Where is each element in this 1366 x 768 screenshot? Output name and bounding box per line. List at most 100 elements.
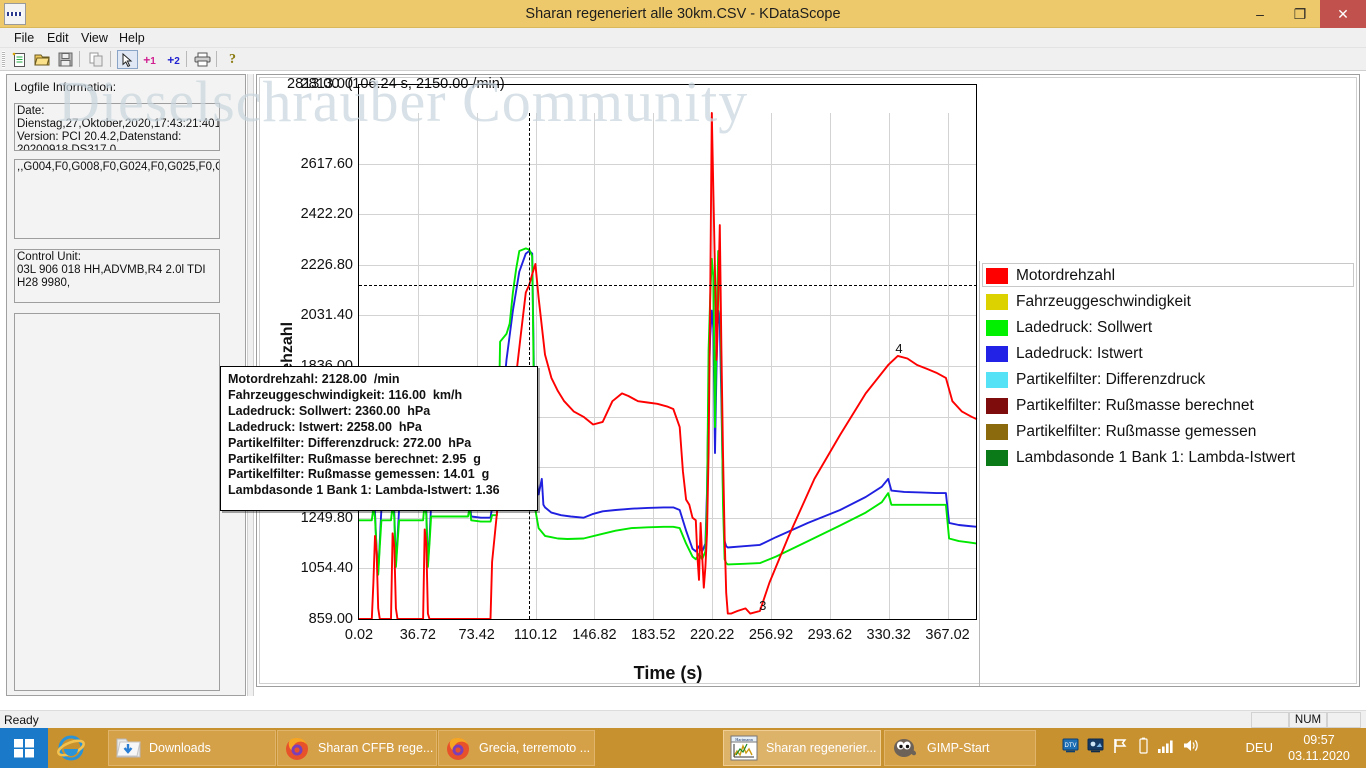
help-icon[interactable]: ? xyxy=(222,50,243,69)
toolbar-separator xyxy=(216,51,217,67)
start-button[interactable] xyxy=(0,728,48,768)
logfile-information-title: Logfile Information: xyxy=(14,80,117,94)
kdatascope-icon: Hartmann xyxy=(730,735,758,761)
tooltip-row-8: Lambdasonde 1 Bank 1: Lambda-Istwert: 1.… xyxy=(228,483,500,498)
legend-item-3[interactable]: Ladedruck: Sollwert xyxy=(986,315,1152,341)
print-icon[interactable] xyxy=(192,50,213,69)
y-axis-tick: 859.00 xyxy=(308,611,353,627)
folder-icon xyxy=(116,738,141,758)
status-text: Ready xyxy=(4,713,39,727)
title-bar[interactable]: Sharan regeneriert alle 30km.CSV - KData… xyxy=(0,0,1366,28)
tray-clock[interactable]: 09:57 03.11.2020 xyxy=(1280,732,1358,764)
pointer-icon[interactable] xyxy=(117,50,138,69)
legend-color-swatch xyxy=(986,372,1008,388)
save-icon[interactable] xyxy=(55,50,76,69)
maximize-button[interactable]: ❐ xyxy=(1280,0,1320,28)
toolbar-separator xyxy=(79,51,80,67)
firefox-icon xyxy=(447,738,469,760)
tray-tv-icon[interactable]: DTV xyxy=(1062,738,1079,758)
legend-item-8[interactable]: Lambdasonde 1 Bank 1: Lambda-Istwert xyxy=(986,445,1295,471)
legend-color-swatch xyxy=(986,294,1008,310)
x-axis-tick: 367.02 xyxy=(925,627,970,643)
legend-item-2[interactable]: Fahrzeuggeschwindigkeit xyxy=(986,289,1191,315)
y-axis-tick: 2422.20 xyxy=(300,206,353,223)
data-point-label: 3 xyxy=(759,597,767,613)
tooltip-row-4: Ladedruck: Istwert: 2258.00 hPa xyxy=(228,419,422,434)
menu-item-file[interactable]: File xyxy=(7,28,41,48)
legend-item-4[interactable]: Ladedruck: Istwert xyxy=(986,341,1143,367)
cursor-horizontal-line[interactable] xyxy=(359,285,977,286)
control-unit-box: Control Unit: 03L 906 018 HH,ADVMB,R4 2.… xyxy=(14,249,220,303)
taskbar-task-5[interactable]: GIMP-Start xyxy=(884,730,1036,766)
data-tooltip: Motordrehzahl: 2128.00 /min Fahrzeuggesch… xyxy=(220,366,538,511)
legend-color-swatch xyxy=(986,320,1008,336)
firefox-icon xyxy=(286,738,308,760)
taskbar: Downloads Sharan CFFB rege... Grecia, te… xyxy=(0,728,1366,768)
cursor2-icon[interactable]: +2 xyxy=(163,50,184,69)
y-axis-tick: 1249.80 xyxy=(300,509,353,526)
axis-top-line xyxy=(358,84,977,85)
legend-item-1[interactable]: Motordrehzahl xyxy=(986,263,1115,289)
tooltip-row-3: Ladedruck: Sollwert: 2360.00 hPa xyxy=(228,403,431,418)
tooltip-row-5: Partikelfilter: Differenzdruck: 272.00 h… xyxy=(228,435,472,450)
toolbar-separator xyxy=(186,51,187,67)
tray-battery-icon[interactable] xyxy=(1138,737,1149,759)
tooltip-row-1: Motordrehzahl: 2128.00 /min xyxy=(228,372,400,386)
cursor1-icon[interactable]: +1 xyxy=(139,50,160,69)
tray-language[interactable]: DEU xyxy=(1246,740,1273,755)
menu-item-view[interactable]: View xyxy=(74,28,115,48)
menu-bar: File Edit View Help xyxy=(0,28,1366,48)
logfile-empty-box xyxy=(14,313,220,691)
close-button[interactable]: ✕ xyxy=(1320,0,1366,28)
gimp-icon xyxy=(894,739,917,757)
tray-date: 03.11.2020 xyxy=(1288,749,1350,763)
new-icon[interactable] xyxy=(9,50,30,69)
svg-text:DTV: DTV xyxy=(1065,743,1077,749)
logfile-channels-box: ,,G004,F0,G008,F0,G024,F0,G025,F0,G09 xyxy=(14,159,220,239)
toolbar-grip[interactable] xyxy=(2,51,5,68)
copy-icon[interactable] xyxy=(86,50,107,69)
legend-item-label: Lambdasonde 1 Bank 1: Lambda-Istwert xyxy=(1016,449,1296,466)
legend-item-label: Ladedruck: Sollwert xyxy=(1016,319,1153,336)
legend-item-6[interactable]: Partikelfilter: Rußmasse berechnet xyxy=(986,393,1254,419)
tray-time: 09:57 xyxy=(1303,733,1335,747)
taskbar-task-label: Sharan CFFB rege... xyxy=(318,741,434,755)
tray-monitor-icon[interactable] xyxy=(1087,738,1104,758)
y-axis-tick: 1054.40 xyxy=(300,560,353,577)
tray-signal-icon[interactable] xyxy=(1158,739,1174,758)
toolbar: +1 +2 ? xyxy=(0,48,1366,71)
legend-item-5[interactable]: Partikelfilter: Differenzdruck xyxy=(986,367,1205,393)
status-bar: Ready NUM xyxy=(0,710,1366,728)
tray-icons: DTV xyxy=(1062,728,1200,768)
taskbar-task-4[interactable]: Hartmann Sharan regenerier... xyxy=(723,730,881,766)
legend: Motordrehzahl Fahrzeuggeschwindigkeit Lade… xyxy=(979,261,1360,686)
data-point-label: 4 xyxy=(895,341,903,357)
tooltip-row-7: Partikelfilter: Rußmasse gemessen: 14.01… xyxy=(228,467,490,482)
menu-item-edit[interactable]: Edit xyxy=(40,28,76,48)
tooltip-row-6: Partikelfilter: Rußmasse berechnet: 2.95… xyxy=(228,451,481,466)
legend-item-7[interactable]: Partikelfilter: Rußmasse gemessen xyxy=(986,419,1256,445)
taskbar-task-label: GIMP-Start xyxy=(927,741,990,755)
status-cell-3 xyxy=(1327,712,1361,728)
legend-item-label: Ladedruck: Istwert xyxy=(1016,345,1143,362)
minimize-button[interactable]: – xyxy=(1240,0,1280,28)
taskbar-task-label: Grecia, terremoto ... xyxy=(479,741,591,755)
open-icon[interactable] xyxy=(32,50,53,69)
taskbar-task-1[interactable]: Downloads xyxy=(108,730,276,766)
taskbar-task-2[interactable]: Sharan CFFB rege... xyxy=(277,730,437,766)
legend-item-label: Partikelfilter: Rußmasse gemessen xyxy=(1016,423,1257,440)
toolbar-separator xyxy=(110,51,111,67)
tray-flag-icon[interactable] xyxy=(1112,738,1128,759)
taskbar-task-label: Sharan regenerier... xyxy=(766,741,877,755)
axis-right-line xyxy=(976,84,977,619)
taskbar-task-3[interactable]: Grecia, terremoto ... xyxy=(438,730,595,766)
tooltip-row-2: Fahrzeuggeschwindigkeit: 116.00 km/h xyxy=(228,387,463,402)
internet-explorer-icon[interactable] xyxy=(56,728,86,768)
status-cell-1 xyxy=(1251,712,1289,728)
tray-volume-icon[interactable] xyxy=(1183,738,1200,758)
legend-item-label: Fahrzeuggeschwindigkeit xyxy=(1016,293,1191,310)
taskbar-task-label: Downloads xyxy=(149,741,211,755)
y-axis-tick: 2226.80 xyxy=(300,256,353,273)
menu-item-help[interactable]: Help xyxy=(112,28,152,48)
legend-color-swatch xyxy=(986,450,1008,466)
